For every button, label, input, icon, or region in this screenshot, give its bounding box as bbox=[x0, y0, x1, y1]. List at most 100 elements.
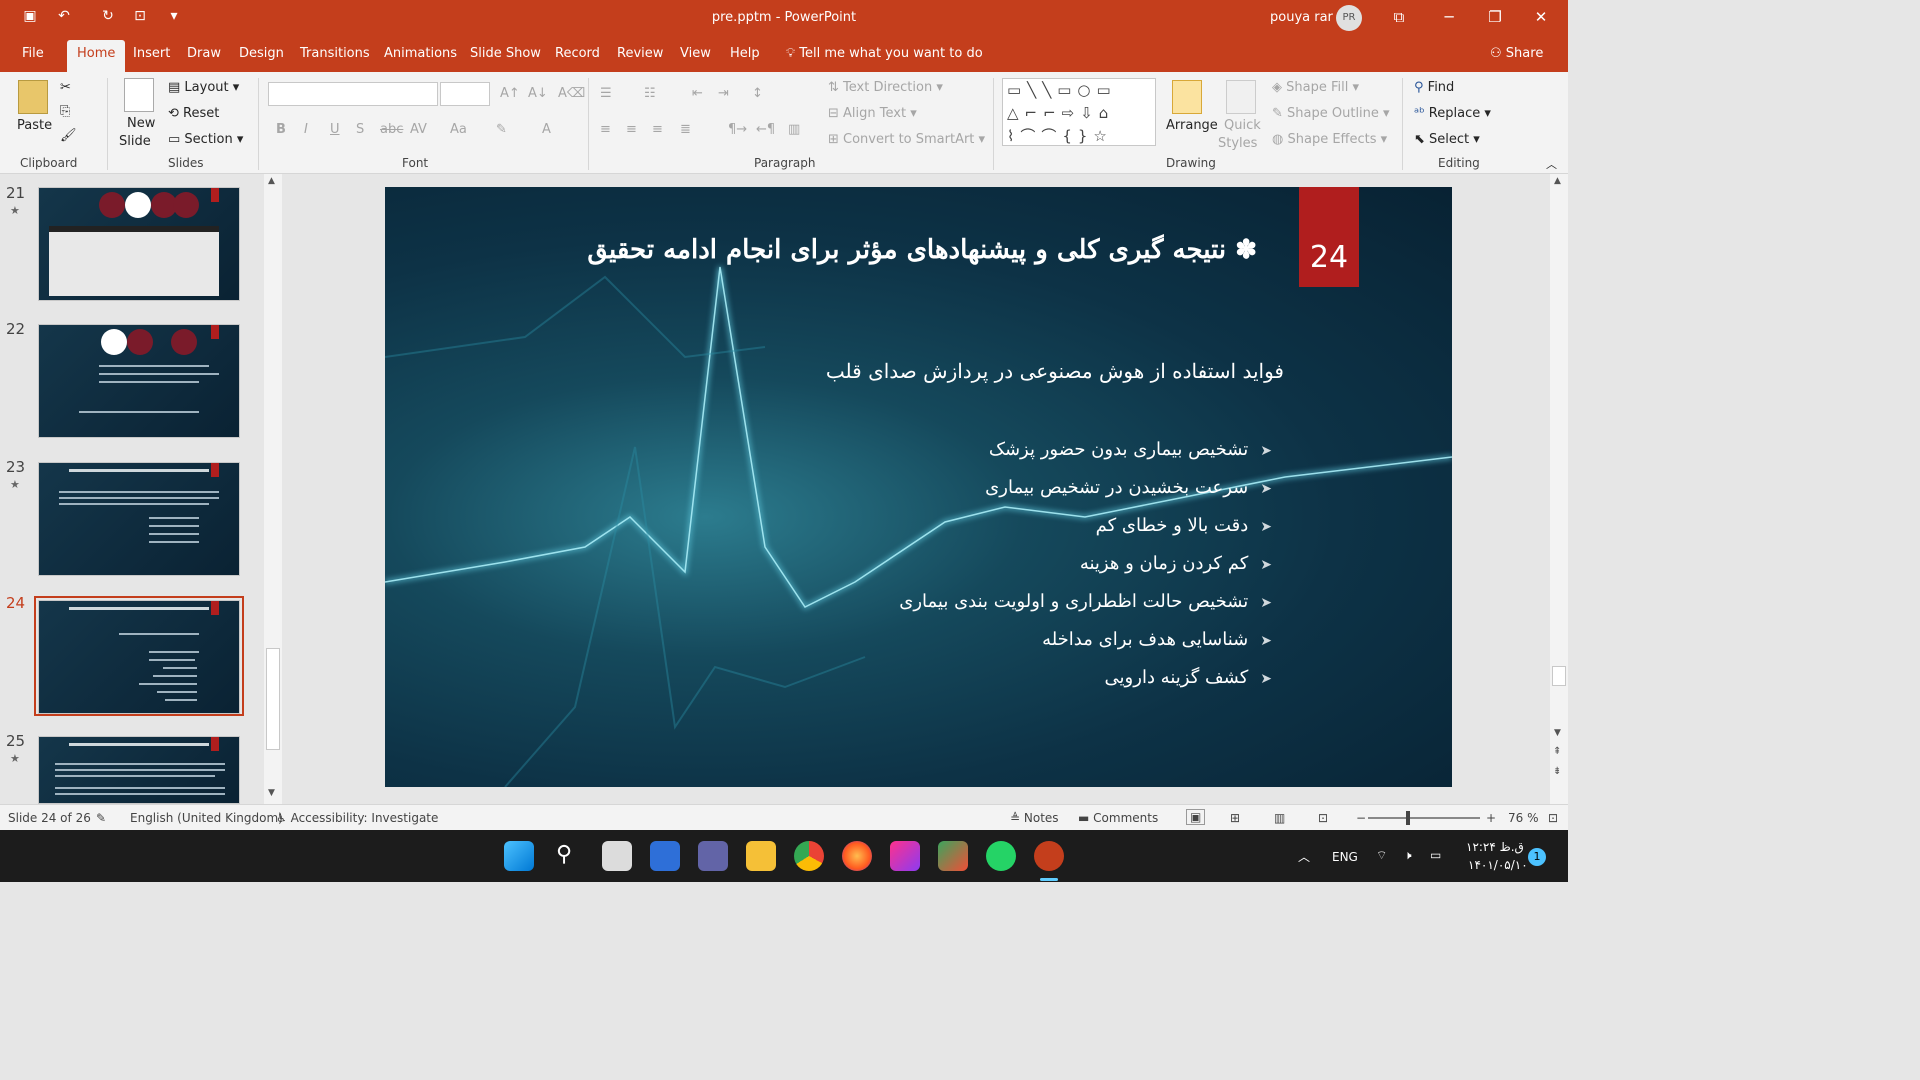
bold-icon[interactable]: B bbox=[276, 122, 286, 137]
font-size-combo[interactable] bbox=[440, 82, 490, 106]
share-button[interactable]: ⚇ Share bbox=[1490, 46, 1543, 61]
tab-draw[interactable]: Draw bbox=[187, 46, 221, 61]
notification-badge[interactable]: 1 bbox=[1528, 848, 1546, 866]
chrome-icon[interactable] bbox=[794, 841, 824, 871]
zoom-in-icon[interactable]: + bbox=[1486, 811, 1496, 825]
quick-styles-label-2[interactable]: Styles bbox=[1218, 136, 1257, 151]
tab-file[interactable]: File bbox=[22, 46, 44, 61]
minimize-icon[interactable]: ─ bbox=[1434, 8, 1464, 26]
section-button[interactable]: ▭ Section ▾ bbox=[168, 132, 243, 147]
tab-design[interactable]: Design bbox=[239, 46, 284, 61]
input-language[interactable]: ENG bbox=[1332, 850, 1358, 864]
align-center-icon[interactable]: ≡ bbox=[626, 122, 637, 137]
tell-me-search[interactable]: 💡︎ Tell me what you want to do bbox=[786, 46, 983, 61]
quick-styles-label-1[interactable]: Quick bbox=[1224, 118, 1261, 133]
line-spacing-icon[interactable]: ↕ bbox=[752, 86, 763, 101]
rtl-icon[interactable]: ←¶ bbox=[756, 122, 775, 137]
tab-record[interactable]: Record bbox=[555, 46, 600, 61]
user-name[interactable]: pouya rar bbox=[1270, 10, 1333, 25]
show-hidden-icons-icon[interactable]: ︿ bbox=[1298, 848, 1310, 865]
phpstorm-icon[interactable] bbox=[890, 841, 920, 871]
italic-icon[interactable]: I bbox=[304, 122, 308, 137]
battery-icon[interactable]: ▭ bbox=[1430, 848, 1441, 862]
align-right-icon[interactable]: ≡ bbox=[652, 122, 663, 137]
font-family-combo[interactable] bbox=[268, 82, 438, 106]
slide-sorter-icon[interactable]: ⊞ bbox=[1230, 811, 1240, 825]
tab-slide-show[interactable]: Slide Show bbox=[470, 46, 541, 61]
search-icon[interactable]: ⚲ bbox=[556, 842, 572, 867]
new-slide-label-2[interactable]: Slide bbox=[119, 134, 151, 149]
increase-indent-icon[interactable]: ⇥ bbox=[718, 86, 729, 101]
normal-view-icon[interactable]: ▣ bbox=[1186, 809, 1206, 825]
slide-24[interactable]: 24 ✽ نتیجه گیری کلی و پیشنهادهای مؤثر بر… bbox=[385, 187, 1452, 787]
quick-styles-icon[interactable] bbox=[1226, 80, 1256, 114]
clock-time[interactable]: ۱۲:۲۴ ق.ظ bbox=[1466, 840, 1524, 854]
tab-insert[interactable]: Insert bbox=[133, 46, 170, 61]
tab-help[interactable]: Help bbox=[730, 46, 760, 61]
format-painter-icon[interactable]: 🖌︎ bbox=[60, 128, 77, 143]
volume-icon[interactable]: 🕨︎ bbox=[1404, 848, 1412, 863]
numbering-icon[interactable]: ☷ bbox=[644, 86, 656, 101]
previous-slide-icon[interactable]: ⇞ bbox=[1553, 746, 1561, 757]
replace-button[interactable]: ᵃᵇ Replace ▾ bbox=[1414, 106, 1491, 121]
zoom-slider-thumb[interactable] bbox=[1406, 811, 1410, 825]
next-slide-icon[interactable]: ⇟ bbox=[1553, 766, 1561, 777]
start-icon[interactable] bbox=[504, 841, 534, 871]
slide-scrollbar[interactable]: ▲ ▼ ⇞ ⇟ bbox=[1550, 174, 1568, 804]
slide-title[interactable]: ✽ نتیجه گیری کلی و پیشنهادهای مؤثر برای … bbox=[457, 235, 1257, 265]
avatar[interactable]: PR bbox=[1336, 5, 1362, 31]
arrange-icon[interactable] bbox=[1172, 80, 1202, 114]
wifi-icon[interactable]: ⌔ bbox=[1376, 848, 1387, 863]
text-direction-button[interactable]: ⇅ Text Direction ▾ bbox=[828, 80, 943, 95]
slide-subtitle[interactable]: فواید استفاده از هوش مصنوعی در پردازش صد… bbox=[584, 359, 1284, 383]
teams-chat-icon[interactable] bbox=[698, 841, 728, 871]
collapse-ribbon-icon[interactable]: ︿ bbox=[1546, 156, 1557, 172]
decrease-indent-icon[interactable]: ⇤ bbox=[692, 86, 703, 101]
slide-thumbnail-22[interactable] bbox=[38, 324, 240, 438]
ltr-icon[interactable]: ¶→ bbox=[728, 122, 747, 137]
bullets-icon[interactable]: ☰ bbox=[600, 86, 612, 101]
tab-animations[interactable]: Animations bbox=[384, 46, 457, 61]
layout-button[interactable]: ▤ Layout ▾ bbox=[168, 80, 239, 95]
font-color-icon[interactable]: A bbox=[542, 122, 551, 137]
file-explorer-icon[interactable] bbox=[746, 841, 776, 871]
shapes-gallery[interactable]: ▭╲╲▭○▭ △⌐⌐⇨⇩⌂ ⌇⌒⌒{}☆ bbox=[1002, 78, 1156, 146]
thumbnail-scrollbar[interactable]: ▲ ▼ bbox=[264, 174, 282, 804]
change-case-icon[interactable]: Aa bbox=[450, 122, 467, 137]
reading-view-icon[interactable]: ▥ bbox=[1274, 811, 1285, 825]
tab-view[interactable]: View bbox=[680, 46, 711, 61]
strikethrough-icon[interactable]: abc bbox=[380, 122, 403, 137]
spell-check-icon[interactable]: ✎ bbox=[96, 811, 106, 825]
slide-thumbnail-21[interactable] bbox=[38, 187, 240, 301]
zoom-slider[interactable] bbox=[1368, 817, 1480, 819]
arrange-button[interactable]: Arrange bbox=[1166, 118, 1218, 133]
reset-button[interactable]: ⟲ Reset bbox=[168, 106, 219, 121]
justify-icon[interactable]: ≣ bbox=[680, 122, 691, 137]
firefox-icon[interactable] bbox=[842, 841, 872, 871]
align-text-button[interactable]: ⊟ Align Text ▾ bbox=[828, 106, 917, 121]
clear-formatting-icon[interactable]: A⌫ bbox=[558, 86, 585, 101]
scroll-up-icon[interactable]: ▲ bbox=[268, 176, 275, 186]
zoom-level[interactable]: 76 % bbox=[1508, 811, 1539, 825]
new-slide-icon[interactable] bbox=[124, 78, 154, 112]
shadow-icon[interactable]: S bbox=[356, 122, 364, 137]
copy-icon[interactable]: ⎘ bbox=[60, 104, 70, 119]
highlight-icon[interactable]: ✎ bbox=[496, 122, 507, 137]
slide-show-icon[interactable]: ⊡ bbox=[1318, 811, 1328, 825]
clock-date[interactable]: ۱۴۰۱/۰۵/۱۰ bbox=[1468, 858, 1528, 872]
scroll-down-icon[interactable]: ▼ bbox=[268, 788, 275, 798]
scroll-up-icon[interactable]: ▲ bbox=[1554, 176, 1561, 186]
tab-review[interactable]: Review bbox=[617, 46, 663, 61]
slide-thumbnail-23[interactable] bbox=[38, 462, 240, 576]
cut-icon[interactable]: ✂ bbox=[60, 80, 71, 95]
task-view-icon[interactable] bbox=[602, 841, 632, 871]
ribbon-display-options-icon[interactable]: ⧉ bbox=[1384, 8, 1414, 26]
align-left-icon[interactable]: ≡ bbox=[600, 122, 611, 137]
character-spacing-icon[interactable]: AV bbox=[410, 122, 427, 137]
paste-button[interactable]: Paste bbox=[17, 118, 52, 133]
whatsapp-icon[interactable] bbox=[986, 841, 1016, 871]
notes-button[interactable]: ≜ Notes bbox=[1010, 811, 1059, 825]
new-slide-label-1[interactable]: New bbox=[127, 116, 155, 131]
underline-icon[interactable]: U bbox=[330, 122, 340, 137]
fit-to-window-icon[interactable]: ⊡ bbox=[1548, 811, 1558, 825]
